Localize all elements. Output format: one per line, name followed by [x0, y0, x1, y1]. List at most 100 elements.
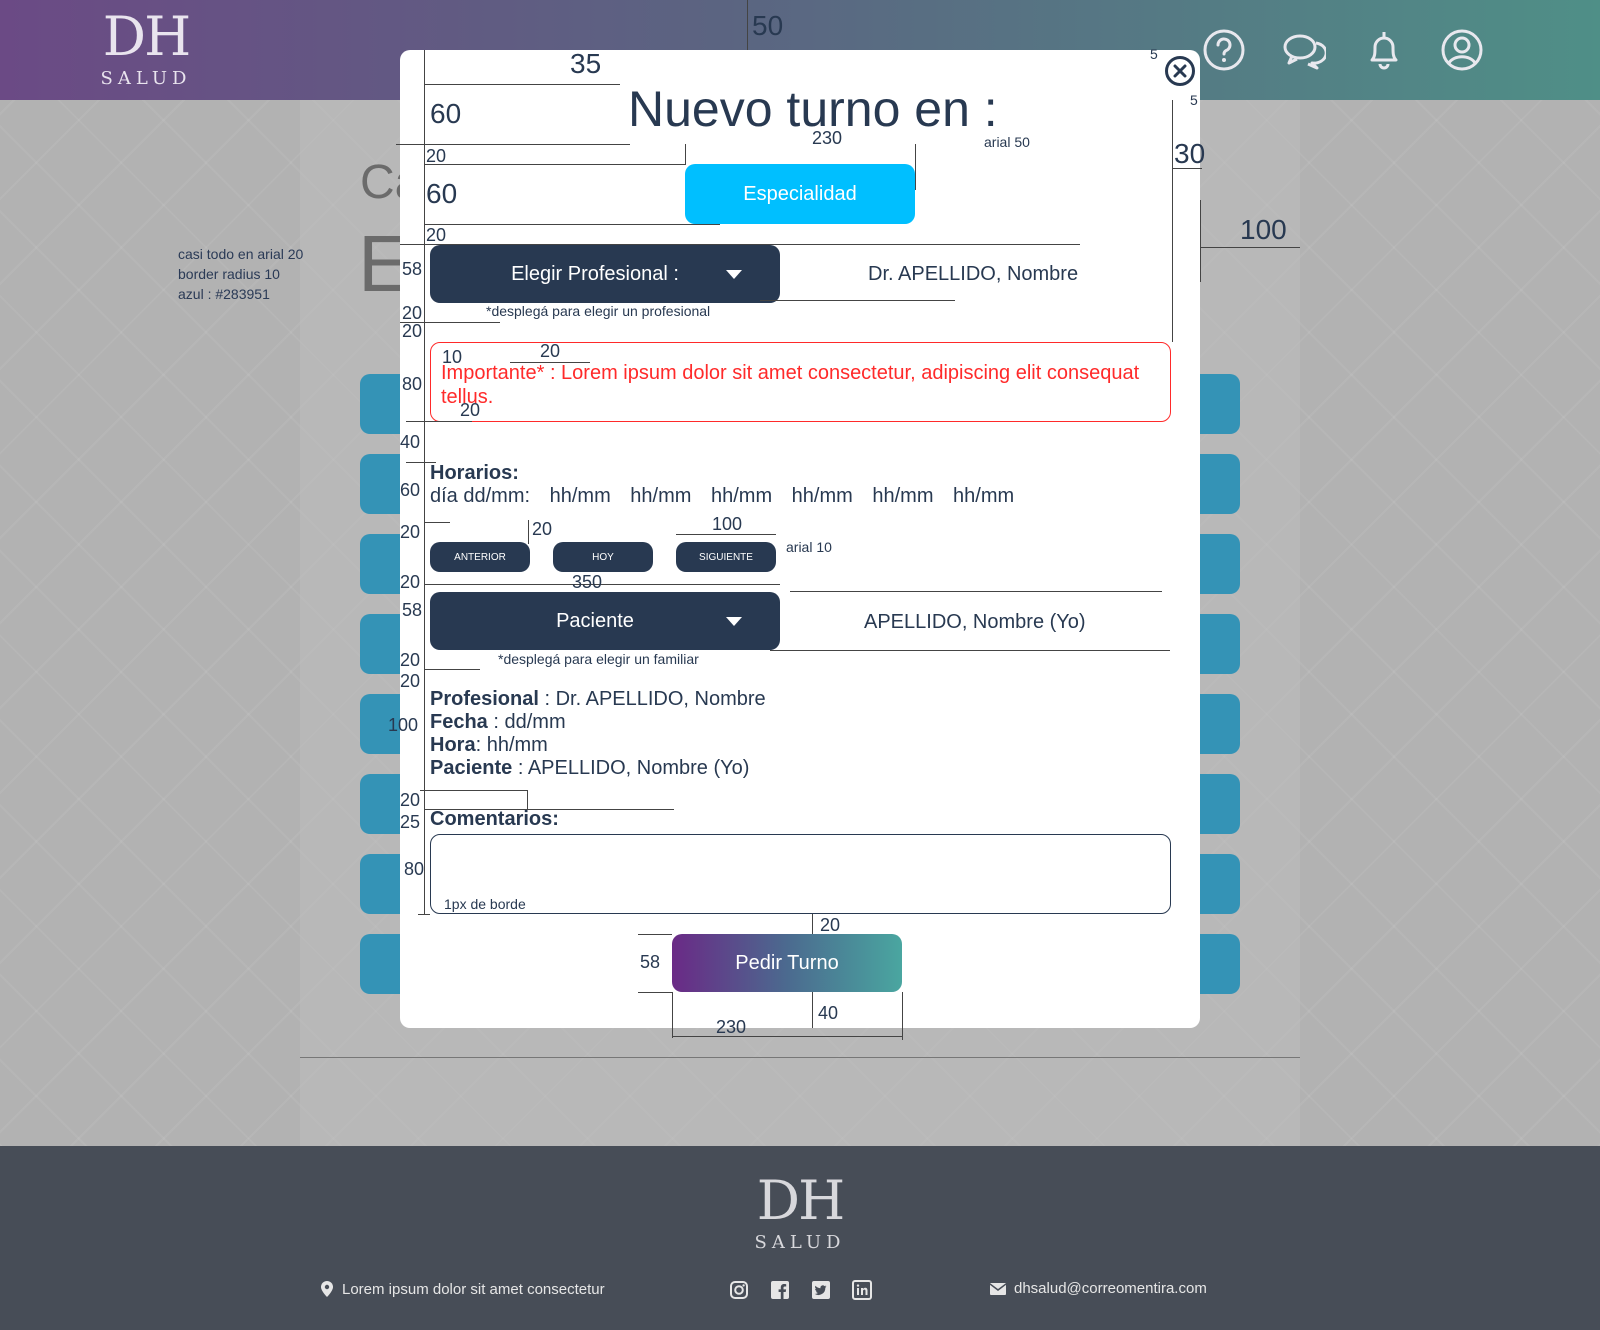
measure-line	[528, 520, 529, 544]
note-line: casi todo en arial 20	[178, 246, 304, 262]
measure-label: 20	[540, 341, 561, 361]
logo-dh: DH	[756, 1169, 845, 1232]
chat-icon[interactable]	[1282, 28, 1328, 72]
measure-label: 100	[712, 514, 743, 534]
measure-line	[672, 992, 673, 1038]
time-slot[interactable]: hh/mm	[550, 485, 611, 507]
measure-label: arial 50	[984, 134, 1030, 150]
measure-label: 10	[442, 347, 463, 367]
measure-label: 40	[818, 1003, 839, 1023]
summary-paciente-value: : APELLIDO, Nombre (Yo)	[512, 757, 750, 779]
slots-row: día dd/mm: hh/mm hh/mm hh/mm hh/mm hh/mm…	[430, 485, 1028, 508]
footer-email[interactable]: dhsalud@correomentira.com	[990, 1280, 1207, 1297]
facebook-icon[interactable]	[770, 1280, 790, 1300]
twitter-icon[interactable]	[811, 1280, 831, 1300]
chevron-down-icon	[726, 270, 742, 279]
summary-profesional-value: : Dr. APELLIDO, Nombre	[538, 688, 766, 710]
footer-address: Lorem ipsum dolor sit amet consectetur	[320, 1280, 605, 1298]
measure-label: 20	[402, 321, 423, 341]
content-divider	[300, 1057, 1300, 1058]
measure-line	[902, 992, 903, 1040]
measure-label: 1px de borde	[444, 896, 526, 912]
measure-label: 80	[402, 374, 423, 394]
header-logo[interactable]: DH SALUD	[96, 10, 196, 90]
measure-label: 80	[404, 859, 425, 879]
paciente-dropdown[interactable]: Paciente	[430, 592, 780, 650]
measure-label: 230	[812, 128, 843, 148]
linkedin-icon[interactable]	[852, 1280, 872, 1300]
measure-label: 40	[400, 432, 421, 452]
measure-line	[424, 224, 720, 225]
measure-label: 20	[400, 671, 421, 691]
instagram-icon[interactable]	[729, 1280, 749, 1300]
measure-label: 35	[570, 48, 602, 79]
measure-label: 30	[1174, 138, 1206, 169]
measure-label: 20	[400, 522, 421, 542]
summary-hora-value: : hh/mm	[475, 734, 548, 756]
horarios-section: Horarios: día dd/mm: hh/mm hh/mm hh/mm h…	[430, 462, 1028, 508]
measure-label: 350	[572, 572, 603, 592]
hoy-button[interactable]: HOY	[553, 542, 653, 572]
measure-line	[685, 144, 686, 164]
summary-fecha-label: Fecha	[430, 711, 488, 733]
measure-label: 60	[426, 178, 458, 209]
measure-label: 20	[400, 572, 421, 592]
measure-line	[638, 934, 672, 935]
time-slot[interactable]: hh/mm	[630, 485, 691, 507]
paciente-value: APELLIDO, Nombre (Yo)	[864, 611, 1086, 633]
time-slot[interactable]: hh/mm	[792, 485, 853, 507]
measure-line	[1200, 247, 1300, 248]
help-icon[interactable]	[1202, 28, 1246, 72]
measure-line	[420, 790, 528, 791]
horarios-label: Horarios:	[430, 462, 519, 484]
measure-label: 20	[460, 400, 481, 420]
measure-line	[424, 84, 620, 85]
time-slot[interactable]: hh/mm	[711, 485, 772, 507]
comentarios-textarea[interactable]	[430, 834, 1171, 914]
measure-line	[760, 300, 955, 301]
paciente-hint: *desplegá para elegir un familiar	[498, 651, 699, 667]
summary-paciente-label: Paciente	[430, 757, 513, 779]
measure-label: 20	[532, 519, 553, 539]
footer-email-text: dhsalud@correomentira.com	[1014, 1280, 1207, 1297]
comentarios-label: Comentarios:	[430, 808, 559, 830]
footer-logo[interactable]: DH SALUD	[750, 1169, 850, 1254]
measure-label: 50	[752, 10, 784, 41]
measure-line	[424, 164, 686, 165]
anterior-button[interactable]: ANTERIOR	[430, 542, 530, 572]
measure-label: 230	[716, 1017, 747, 1037]
envelope-icon	[990, 1282, 1006, 1295]
measure-label: 60	[430, 98, 462, 129]
measure-line	[406, 421, 472, 422]
measure-label: 20	[820, 915, 841, 935]
measure-line	[400, 322, 500, 323]
measure-line	[812, 914, 813, 934]
summary-profesional-label: Profesional	[430, 688, 539, 710]
measure-label: 100	[388, 715, 419, 735]
especialidad-button[interactable]: Especialidad	[685, 164, 915, 224]
profesional-dropdown[interactable]: Elegir Profesional :	[430, 245, 780, 303]
measure-line	[424, 50, 425, 915]
measure-label: 20	[426, 225, 447, 245]
measure-line	[527, 790, 528, 810]
siguiente-button[interactable]: SIGUIENTE	[676, 542, 776, 572]
measure-label: 5	[1150, 46, 1158, 62]
time-slot[interactable]: hh/mm	[872, 485, 933, 507]
measure-line	[915, 144, 916, 190]
profesional-value: Dr. APELLIDO, Nombre	[868, 263, 1079, 285]
logo-salud: SALUD	[100, 68, 192, 89]
user-icon[interactable]	[1440, 28, 1484, 72]
measure-line	[638, 992, 672, 993]
time-slot[interactable]: hh/mm	[953, 485, 1014, 507]
measure-line	[510, 362, 590, 363]
measure-line	[747, 0, 748, 50]
chevron-down-icon	[726, 617, 742, 626]
page-footer: DH SALUD	[0, 1146, 1600, 1330]
bell-icon[interactable]	[1362, 28, 1406, 72]
measure-line	[672, 1036, 902, 1037]
close-button[interactable]	[1165, 56, 1195, 86]
appointment-summary: Profesional : Dr. APELLIDO, Nombre Fecha…	[430, 688, 766, 780]
logo-salud: SALUD	[754, 1232, 846, 1253]
note-line: border radius 10	[178, 266, 280, 282]
pedir-turno-button[interactable]: Pedir Turno	[672, 934, 902, 992]
